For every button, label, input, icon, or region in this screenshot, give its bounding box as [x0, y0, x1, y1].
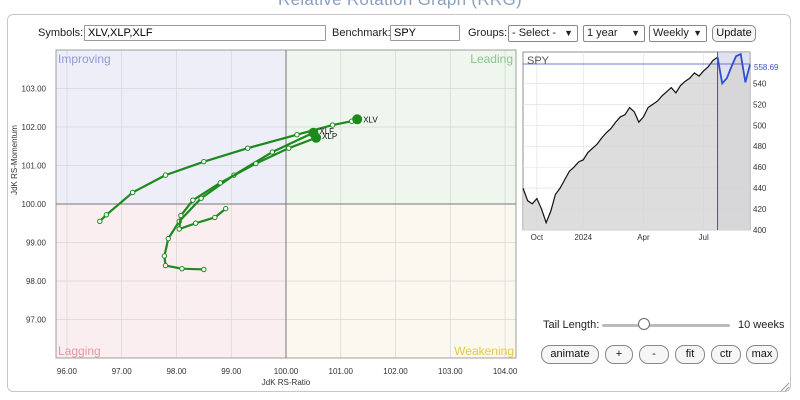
- tail-point: [162, 172, 169, 178]
- tail-point: [179, 265, 185, 272]
- quadrant-label-leading: Leading: [470, 52, 513, 66]
- zoom-in-button[interactable]: +: [605, 345, 633, 364]
- y-axis-label: JdK RS-Momentum: [10, 125, 19, 195]
- tail-point: [192, 220, 199, 226]
- series-label-xlp: XLP: [322, 132, 337, 141]
- tail-length-slider-track[interactable]: [602, 324, 730, 327]
- fit-button[interactable]: fit: [675, 345, 705, 364]
- x-tick-label: 103.00: [438, 367, 463, 376]
- x-tick-label: 104.00: [493, 367, 518, 376]
- y-tick-label: 103.00: [22, 85, 47, 94]
- tail-point: [223, 205, 229, 212]
- y-tick-label: 97.00: [26, 316, 47, 325]
- y-tick-label: 102.00: [22, 123, 47, 132]
- animate-button[interactable]: animate: [541, 345, 599, 364]
- x-tick-label: 97.00: [112, 367, 133, 376]
- tail-head-xlp: [311, 132, 322, 143]
- y-tick-label: 98.00: [26, 277, 47, 286]
- tail-point: [201, 158, 207, 165]
- tail-head-xlv: [352, 114, 363, 125]
- resize-grip-icon[interactable]: [780, 382, 790, 392]
- tail-point: [244, 145, 251, 151]
- tail-length-label: Tail Length:: [543, 319, 600, 331]
- rrg-chart: 96.00 97.00 98.00 99.00 100.00 101.00 102.00 10…: [10, 49, 518, 387]
- tail-point: [269, 149, 276, 155]
- x-tick-label: 101.00: [329, 367, 354, 376]
- tail-point: [190, 197, 196, 203]
- tail-length-value: 10 weeks: [738, 319, 785, 331]
- tail-point: [286, 145, 292, 151]
- tail-point: [212, 214, 218, 221]
- tail-point: [176, 226, 182, 232]
- tail-point: [129, 189, 136, 196]
- x-axis-label: JdK RS-Ratio: [262, 378, 311, 387]
- quadrant-label-lagging: Lagging: [58, 344, 101, 358]
- tail-point: [201, 266, 207, 273]
- tail-point: [217, 180, 223, 186]
- x-tick-label: 98.00: [166, 367, 187, 376]
- y-tick-label: 101.00: [22, 162, 47, 171]
- tail-point: [294, 132, 300, 138]
- x-tick-label: 96.00: [57, 367, 78, 376]
- x-tick-label: 99.00: [221, 367, 242, 376]
- tail-point: [161, 253, 168, 259]
- tail-point: [165, 235, 171, 242]
- quadrant-label-improving: Improving: [58, 52, 111, 66]
- series-label-xlv: XLV: [363, 115, 378, 124]
- tail-point: [103, 212, 110, 218]
- tail-point: [97, 218, 103, 225]
- center-button[interactable]: ctr: [711, 345, 741, 364]
- tail-point: [253, 160, 259, 167]
- max-button[interactable]: max: [746, 345, 778, 364]
- y-tick-label: 99.00: [26, 239, 47, 248]
- tail-point: [178, 212, 184, 219]
- zoom-out-button[interactable]: -: [639, 345, 669, 364]
- y-tick-label: 100.00: [22, 200, 47, 209]
- quadrant-label-weakening: Weakening: [454, 344, 514, 358]
- x-tick-label: 102.00: [383, 367, 408, 376]
- tail-point: [162, 262, 169, 269]
- x-tick-label: 100.00: [274, 367, 299, 376]
